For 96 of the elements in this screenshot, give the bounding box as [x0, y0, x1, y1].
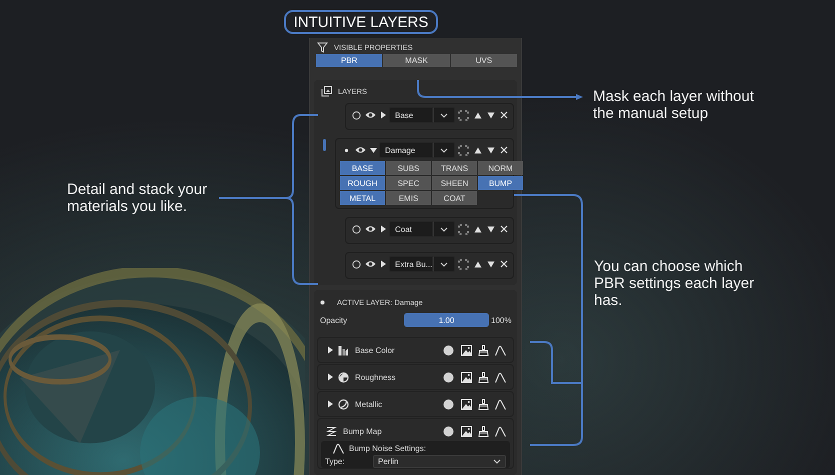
channel-label: Metallic [355, 400, 384, 408]
layer-name-field[interactable]: Extra Bu... [389, 256, 433, 272]
layer-name-field[interactable]: Coat [389, 221, 433, 237]
image-icon[interactable] [460, 426, 472, 436]
caret-icon[interactable] [370, 146, 376, 154]
layers-icon [321, 86, 332, 96]
tab[interactable]: PBR [316, 54, 382, 67]
chevron-icon [440, 112, 448, 118]
zigzag-icon [326, 426, 337, 436]
filter-icon [317, 42, 328, 52]
close-icon[interactable] [500, 111, 508, 119]
caret-icon[interactable] [326, 400, 334, 408]
caret-icon[interactable] [380, 225, 386, 233]
opacity-label: Opacity [320, 316, 348, 324]
half-sphere-icon [338, 372, 349, 382]
eye-icon[interactable] [354, 146, 366, 154]
chevron-icon [440, 148, 448, 152]
value-circle-icon[interactable] [442, 344, 454, 356]
dot-icon [320, 300, 325, 304]
headline-banner: INTUITIVE LAYERS [284, 10, 438, 34]
caret-icon[interactable] [326, 373, 334, 381]
layer-dropdown-button[interactable] [433, 107, 455, 123]
close-icon[interactable] [500, 260, 508, 268]
eye-icon[interactable] [364, 225, 376, 233]
image-icon[interactable] [460, 398, 472, 410]
sphere-icon [338, 398, 349, 410]
channel-toggle[interactable]: EMIS [386, 191, 431, 205]
move-up-icon[interactable] [474, 226, 482, 232]
active-layer-marker [323, 139, 326, 151]
layer-dropdown-button[interactable] [433, 221, 455, 237]
caret-icon[interactable] [380, 260, 386, 268]
percent-label: 100% [491, 316, 512, 324]
curve-icon[interactable] [494, 372, 506, 382]
move-up-icon[interactable] [474, 260, 482, 268]
brush-icon[interactable] [478, 398, 489, 410]
brush-icon[interactable] [478, 372, 489, 382]
move-up-icon[interactable] [474, 112, 482, 118]
layer-dropdown-button[interactable] [433, 142, 455, 158]
channel-toggle[interactable]: BASE [340, 161, 385, 175]
eye-icon[interactable] [364, 260, 376, 268]
channel-toggle[interactable]: ROUGH [340, 176, 385, 190]
channel-toggle[interactable]: TRANS [432, 161, 477, 175]
unlink-icon[interactable] [458, 144, 468, 156]
tab[interactable]: UVS [450, 54, 517, 67]
tab[interactable]: MASK [383, 54, 450, 67]
close-icon[interactable] [500, 225, 508, 233]
value-circle-icon[interactable] [442, 372, 454, 382]
callout-text: You can choose which PBR settings each layer has. [594, 258, 756, 309]
channel-label: Roughness [355, 372, 396, 382]
channel-toggle[interactable]: COAT [432, 191, 477, 205]
image-icon[interactable] [460, 372, 472, 382]
radio-icon[interactable] [352, 110, 360, 120]
paint-bars-icon [338, 344, 349, 356]
unlink-icon[interactable] [458, 110, 468, 120]
curve-icon[interactable] [494, 398, 506, 410]
layer-name-field[interactable]: Base [389, 107, 433, 123]
chevron-icon [440, 262, 448, 266]
type-dropdown[interactable]: Perlin [373, 455, 506, 468]
chevron-icon [440, 226, 448, 232]
layer-dropdown-button[interactable] [433, 256, 455, 272]
channel-toggle[interactable]: METAL [340, 191, 385, 205]
curve-icon[interactable] [494, 426, 506, 436]
channel-label: Base Color [355, 346, 396, 354]
radio-icon[interactable] [352, 260, 360, 268]
unlink-icon[interactable] [458, 224, 468, 234]
unlink-icon[interactable] [458, 258, 468, 270]
opacity-slider[interactable]: 1.00 [404, 313, 489, 327]
callout-text: Mask each layer without the manual setup [593, 88, 755, 122]
type-label: Type: [325, 457, 346, 466]
brush-icon[interactable] [478, 344, 489, 356]
channel-toggle[interactable]: BUMP [478, 176, 523, 190]
move-up-icon[interactable] [474, 146, 482, 154]
caret-icon[interactable] [380, 111, 386, 119]
radio-icon[interactable] [352, 224, 360, 234]
move-down-icon[interactable] [486, 226, 494, 232]
layer-name-field[interactable]: Damage [379, 142, 433, 158]
image-icon[interactable] [460, 344, 472, 356]
move-down-icon[interactable] [486, 146, 494, 154]
callout-text: Detail and stack your materials you like. [67, 181, 208, 215]
curve-icon[interactable] [494, 344, 506, 356]
channel-toggle[interactable]: SPEC [386, 176, 431, 190]
channel-toggle[interactable]: NORM [478, 161, 523, 175]
channel-toggle[interactable]: SUBS [386, 161, 431, 175]
brush-icon[interactable] [478, 426, 489, 436]
channel-label: Bump Map [343, 426, 383, 436]
move-down-icon[interactable] [486, 260, 494, 268]
chevron-icon [493, 459, 501, 464]
value-circle-icon[interactable] [442, 426, 454, 436]
channel-toggle[interactable]: SHEEN [432, 176, 477, 190]
settings-title: Bump Noise Settings: [349, 444, 426, 452]
value-circle-icon[interactable] [442, 398, 454, 410]
eye-icon[interactable] [364, 111, 376, 119]
curve-icon[interactable] [333, 442, 344, 454]
move-down-icon[interactable] [486, 112, 494, 118]
close-icon[interactable] [500, 146, 508, 154]
caret-icon[interactable] [326, 346, 334, 354]
